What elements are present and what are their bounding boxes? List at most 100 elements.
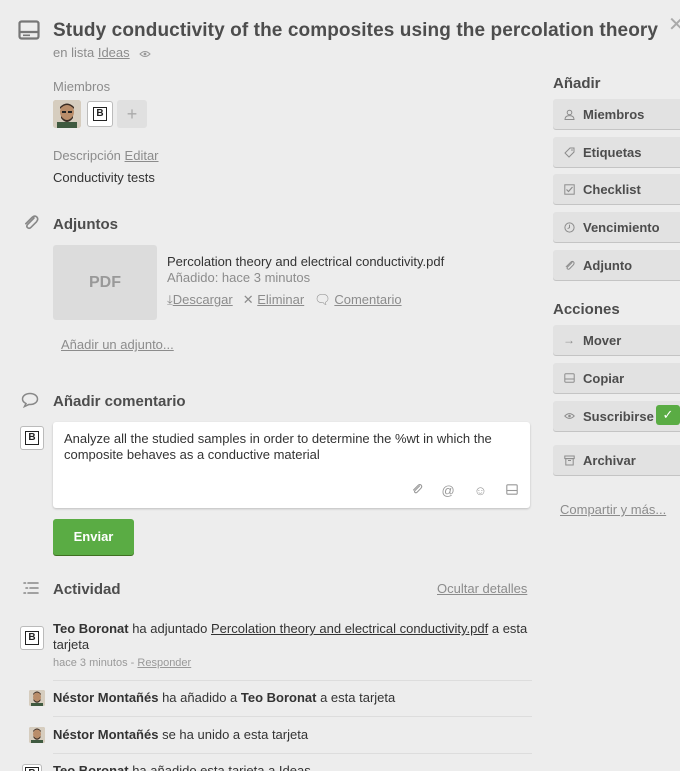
tag-icon bbox=[563, 147, 575, 158]
sidebar-checklist-button[interactable]: Checklist bbox=[553, 174, 680, 204]
share-more-link[interactable]: Compartir y más... bbox=[560, 502, 666, 517]
archive-icon bbox=[563, 455, 575, 466]
sidebar-copy-button[interactable]: Copiar bbox=[553, 363, 680, 393]
activity-attachment-link[interactable]: Percolation theory and electrical conduc… bbox=[211, 621, 488, 636]
activity-divider bbox=[53, 753, 532, 754]
activity-action: ha adjuntado bbox=[128, 621, 211, 636]
sidebar-add-title: Añadir bbox=[553, 75, 601, 92]
sidebar-move-label: Mover bbox=[583, 332, 622, 348]
list-link[interactable]: Ideas bbox=[98, 45, 130, 60]
activity-avatar[interactable] bbox=[29, 690, 45, 706]
sidebar-actions-title: Acciones bbox=[553, 301, 620, 318]
activity-avatar[interactable]: B bbox=[20, 626, 44, 650]
sidebar-checklist-label: Checklist bbox=[583, 181, 641, 197]
comment-tools: @ ☺ bbox=[411, 483, 518, 498]
attachment-name[interactable]: Percolation theory and electrical conduc… bbox=[167, 254, 444, 269]
speech-bubble-icon: 🗨 bbox=[314, 292, 331, 307]
close-small-icon: ✕ bbox=[242, 292, 254, 307]
edit-description-link[interactable]: Editar bbox=[125, 148, 159, 163]
subscribed-check-icon: ✓ bbox=[656, 405, 680, 425]
activity-avatar[interactable]: B bbox=[22, 764, 42, 771]
activity-user[interactable]: Teo Boronat bbox=[53, 621, 129, 636]
sidebar-members-label: Miembros bbox=[583, 106, 645, 122]
emoji-icon[interactable]: ☺ bbox=[474, 483, 487, 498]
reply-link[interactable]: Responder bbox=[137, 657, 191, 669]
activity-user[interactable]: Néstor Montañés bbox=[53, 690, 158, 705]
eye-icon bbox=[563, 412, 575, 420]
activity-time: hace 3 minutos bbox=[53, 657, 128, 669]
activity-item: Néstor Montañés ha añadido a Teo Boronat… bbox=[53, 690, 533, 706]
activity-list-icon bbox=[22, 581, 40, 598]
sidebar-attachment-button[interactable]: Adjunto bbox=[553, 250, 680, 280]
sidebar-due-date-button[interactable]: Vencimiento bbox=[553, 212, 680, 242]
download-action[interactable]: ⤓Descargar bbox=[167, 292, 233, 308]
card-icon bbox=[18, 20, 40, 40]
sidebar-members-button[interactable]: Miembros bbox=[553, 99, 680, 129]
description-header: Descripción Editar bbox=[53, 148, 159, 163]
sidebar-labels-label: Etiquetas bbox=[583, 144, 642, 160]
sidebar-labels-button[interactable]: Etiquetas bbox=[553, 137, 680, 167]
attachment-added-time: Añadido: hace 3 minutos bbox=[167, 270, 311, 285]
attachment-thumbnail[interactable]: PDF bbox=[53, 245, 157, 320]
sidebar-attachment-label: Adjunto bbox=[583, 257, 633, 273]
activity-avatar[interactable] bbox=[29, 727, 45, 743]
members-label: Miembros bbox=[53, 79, 111, 94]
mention-icon[interactable]: @ bbox=[442, 483, 455, 498]
person-icon bbox=[563, 109, 575, 120]
avatar-teo[interactable]: B bbox=[87, 101, 113, 127]
sidebar-archive-button[interactable]: Archivar bbox=[553, 445, 680, 475]
in-list-prefix: en lista bbox=[53, 45, 95, 60]
sidebar-due-date-label: Vencimiento bbox=[583, 219, 660, 235]
activity-meta: hace 3 minutos - Responder bbox=[53, 655, 533, 671]
sidebar-move-button[interactable]: → Mover bbox=[553, 325, 680, 355]
activity-tail: a esta tarjeta bbox=[316, 690, 396, 705]
checkbox-icon bbox=[563, 183, 575, 195]
card-icon bbox=[563, 373, 575, 383]
clock-icon bbox=[563, 221, 575, 233]
hide-details-link[interactable]: Ocultar detalles bbox=[437, 581, 527, 596]
comment-action[interactable]: 🗨 Comentario bbox=[314, 292, 401, 308]
sidebar-subscribe-label: Suscribirse bbox=[583, 408, 654, 424]
activity-item: Teo Boronat ha adjuntado Percolation the… bbox=[53, 621, 533, 671]
attachments-title: Adjuntos bbox=[53, 216, 118, 233]
add-member-button[interactable]: + bbox=[117, 100, 147, 128]
download-link[interactable]: Descargar bbox=[173, 292, 233, 307]
activity-divider bbox=[53, 680, 532, 681]
avatar-nestor[interactable] bbox=[53, 100, 81, 128]
activity-target-user[interactable]: Teo Boronat bbox=[241, 690, 317, 705]
description-text[interactable]: Conductivity tests bbox=[53, 170, 155, 185]
arrow-right-icon: → bbox=[563, 333, 575, 347]
activity-action: se ha unido a esta tarjeta bbox=[158, 727, 309, 742]
activity-action: ha añadido esta tarjeta a Ideas bbox=[128, 763, 311, 771]
activity-meta-sep: - bbox=[127, 657, 138, 669]
close-icon[interactable]: ✕ bbox=[668, 12, 680, 37]
delete-action[interactable]: ✕ Eliminar bbox=[243, 292, 305, 308]
activity-user[interactable]: Teo Boronat bbox=[53, 763, 129, 771]
card-link-icon[interactable] bbox=[506, 483, 518, 498]
attachment-actions: ⤓Descargar ✕ Eliminar 🗨 Comentario bbox=[167, 292, 402, 308]
delete-link[interactable]: Eliminar bbox=[257, 292, 304, 307]
add-attachment-link[interactable]: Añadir un adjunto... bbox=[61, 337, 174, 352]
activity-divider bbox=[53, 716, 532, 717]
comment-box[interactable]: Analyze all the studied samples in order… bbox=[53, 422, 530, 508]
send-button[interactable]: Enviar bbox=[53, 519, 134, 555]
paperclip-icon bbox=[563, 260, 575, 271]
comment-link[interactable]: Comentario bbox=[334, 292, 401, 307]
activity-item: Teo Boronat ha añadido esta tarjeta a Id… bbox=[53, 763, 533, 771]
comment-input[interactable]: Analyze all the studied samples in order… bbox=[64, 431, 519, 463]
eye-icon[interactable] bbox=[139, 46, 151, 61]
add-comment-title: Añadir comentario bbox=[53, 393, 186, 410]
sidebar-copy-label: Copiar bbox=[583, 370, 625, 386]
activity-item: Néstor Montañés se ha unido a esta tarje… bbox=[53, 727, 533, 743]
description-label: Descripción bbox=[53, 148, 121, 163]
activity-user[interactable]: Néstor Montañés bbox=[53, 727, 158, 742]
comment-avatar: B bbox=[20, 426, 44, 450]
sidebar-archive-label: Archivar bbox=[583, 452, 636, 468]
card-title[interactable]: Study conductivity of the composites usi… bbox=[53, 20, 658, 42]
activity-action: ha añadido a bbox=[158, 690, 241, 705]
comment-icon bbox=[21, 392, 39, 411]
attach-icon[interactable] bbox=[411, 483, 423, 498]
activity-title: Actividad bbox=[53, 581, 121, 598]
in-list-info: en lista Ideas bbox=[53, 45, 151, 61]
paperclip-icon bbox=[22, 214, 40, 235]
